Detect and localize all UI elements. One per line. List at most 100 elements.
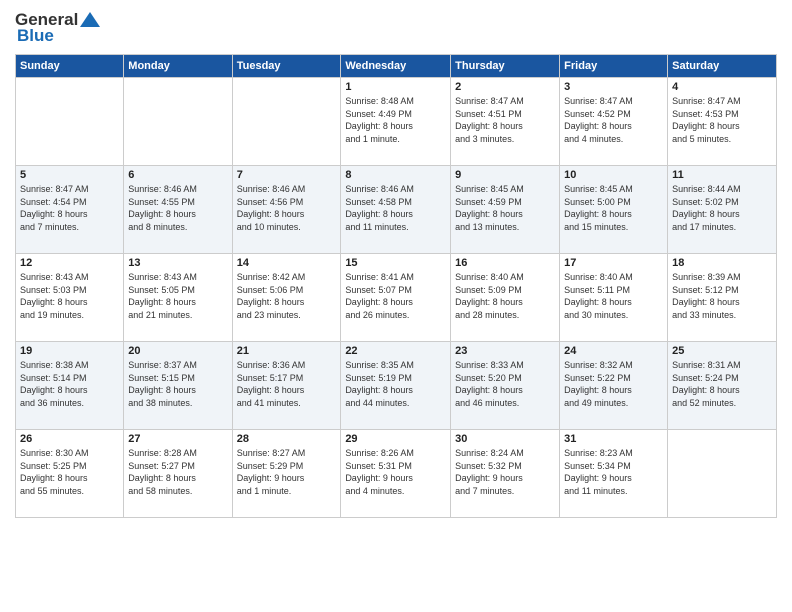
calendar-cell: 9Sunrise: 8:45 AM Sunset: 4:59 PM Daylig… (451, 166, 560, 254)
calendar-cell: 23 Sunrise: 8:33 AM Sunset: 5:20 PM Dayli… (451, 342, 560, 430)
day-number: 16 (455, 257, 555, 269)
calendar-cell: 31 Sunrise: 8:23 AM Sunset: 5:34 PM Dayli… (560, 430, 668, 518)
calendar-header-row: SundayMondayTuesdayWednesdayThursdayFrid… (16, 55, 777, 78)
day-info: Sunrise: 8:47 AM Sunset: 4:52 PM Dayligh… (564, 95, 663, 145)
day-info: Sunrise: 8:46 AM Sunset: 4:55 PM Dayligh… (128, 183, 227, 233)
day-number: 8 (345, 169, 446, 181)
day-info: Sunrise: 8:47 AM Sunset: 4:53 PM Dayligh… (672, 95, 772, 145)
calendar-cell: 29 Sunrise: 8:26 AM Sunset: 5:31 PM Dayli… (341, 430, 451, 518)
day-number: 13 (128, 257, 227, 269)
calendar-header-wednesday: Wednesday (341, 55, 451, 78)
day-info: Sunrise: 8:36 AM Sunset: 5:17 PM Dayligh… (237, 359, 337, 409)
logo-icon (80, 12, 100, 27)
day-number: 25 (672, 345, 772, 357)
calendar-cell: 5 Sunrise: 8:47 AM Sunset: 4:54 PM Daylig… (16, 166, 124, 254)
calendar-week-row: 1 Sunrise: 8:48 AM Sunset: 4:49 PM Daylig… (16, 78, 777, 166)
day-info: Sunrise: 8:33 AM Sunset: 5:20 PM Dayligh… (455, 359, 555, 409)
day-number: 10 (564, 169, 663, 181)
day-info: Sunrise: 8:31 AM Sunset: 5:24 PM Dayligh… (672, 359, 772, 409)
day-number: 17 (564, 257, 663, 269)
day-info: Sunrise: 8:44 AM Sunset: 5:02 PM Dayligh… (672, 183, 772, 233)
calendar-cell: 27Sunrise: 8:28 AM Sunset: 5:27 PM Dayli… (124, 430, 232, 518)
calendar-week-row: 12Sunrise: 8:43 AM Sunset: 5:03 PM Dayli… (16, 254, 777, 342)
calendar-cell: 30 Sunrise: 8:24 AM Sunset: 5:32 PM Dayli… (451, 430, 560, 518)
day-info: Sunrise: 8:38 AM Sunset: 5:14 PM Dayligh… (20, 359, 119, 409)
day-info: Sunrise: 8:43 AM Sunset: 5:05 PM Dayligh… (128, 271, 227, 321)
day-number: 15 (345, 257, 446, 269)
calendar-cell: 12Sunrise: 8:43 AM Sunset: 5:03 PM Dayli… (16, 254, 124, 342)
day-number: 27 (128, 433, 227, 445)
day-number: 7 (237, 169, 337, 181)
calendar-cell: 19 Sunrise: 8:38 AM Sunset: 5:14 PM Dayli… (16, 342, 124, 430)
day-info: Sunrise: 8:23 AM Sunset: 5:34 PM Dayligh… (564, 447, 663, 497)
day-info: Sunrise: 8:30 AM Sunset: 5:25 PM Dayligh… (20, 447, 119, 497)
day-number: 19 (20, 345, 119, 357)
day-number: 3 (564, 81, 663, 93)
day-number: 4 (672, 81, 772, 93)
day-number: 14 (237, 257, 337, 269)
calendar-cell: 16Sunrise: 8:40 AM Sunset: 5:09 PM Dayli… (451, 254, 560, 342)
logo-blue: Blue (15, 26, 54, 46)
calendar-cell: 18Sunrise: 8:39 AM Sunset: 5:12 PM Dayli… (668, 254, 777, 342)
calendar-cell: 2 Sunrise: 8:47 AM Sunset: 4:51 PM Daylig… (451, 78, 560, 166)
day-info: Sunrise: 8:45 AM Sunset: 4:59 PM Dayligh… (455, 183, 555, 233)
day-number: 6 (128, 169, 227, 181)
calendar-header-tuesday: Tuesday (232, 55, 341, 78)
day-number: 20 (128, 345, 227, 357)
calendar-cell (668, 430, 777, 518)
calendar-cell: 3 Sunrise: 8:47 AM Sunset: 4:52 PM Daylig… (560, 78, 668, 166)
day-number: 21 (237, 345, 337, 357)
day-info: Sunrise: 8:42 AM Sunset: 5:06 PM Dayligh… (237, 271, 337, 321)
day-info: Sunrise: 8:45 AM Sunset: 5:00 PM Dayligh… (564, 183, 663, 233)
calendar-cell: 7 Sunrise: 8:46 AM Sunset: 4:56 PM Daylig… (232, 166, 341, 254)
day-info: Sunrise: 8:40 AM Sunset: 5:11 PM Dayligh… (564, 271, 663, 321)
day-info: Sunrise: 8:26 AM Sunset: 5:31 PM Dayligh… (345, 447, 446, 497)
calendar-cell: 22 Sunrise: 8:35 AM Sunset: 5:19 PM Dayli… (341, 342, 451, 430)
day-info: Sunrise: 8:27 AM Sunset: 5:29 PM Dayligh… (237, 447, 337, 497)
day-info: Sunrise: 8:46 AM Sunset: 4:58 PM Dayligh… (345, 183, 446, 233)
calendar-cell: 28Sunrise: 8:27 AM Sunset: 5:29 PM Dayli… (232, 430, 341, 518)
calendar-header-thursday: Thursday (451, 55, 560, 78)
calendar-cell (16, 78, 124, 166)
day-info: Sunrise: 8:37 AM Sunset: 5:15 PM Dayligh… (128, 359, 227, 409)
calendar-cell: 15 Sunrise: 8:41 AM Sunset: 5:07 PM Dayli… (341, 254, 451, 342)
calendar-cell (232, 78, 341, 166)
calendar-cell: 1 Sunrise: 8:48 AM Sunset: 4:49 PM Daylig… (341, 78, 451, 166)
calendar-cell: 6 Sunrise: 8:46 AM Sunset: 4:55 PM Daylig… (124, 166, 232, 254)
calendar-cell: 8 Sunrise: 8:46 AM Sunset: 4:58 PM Daylig… (341, 166, 451, 254)
day-info: Sunrise: 8:48 AM Sunset: 4:49 PM Dayligh… (345, 95, 446, 145)
day-info: Sunrise: 8:46 AM Sunset: 4:56 PM Dayligh… (237, 183, 337, 233)
calendar-cell: 17 Sunrise: 8:40 AM Sunset: 5:11 PM Dayli… (560, 254, 668, 342)
calendar-header-saturday: Saturday (668, 55, 777, 78)
day-number: 26 (20, 433, 119, 445)
calendar-header-friday: Friday (560, 55, 668, 78)
day-number: 30 (455, 433, 555, 445)
day-number: 24 (564, 345, 663, 357)
day-info: Sunrise: 8:47 AM Sunset: 4:51 PM Dayligh… (455, 95, 555, 145)
day-info: Sunrise: 8:35 AM Sunset: 5:19 PM Dayligh… (345, 359, 446, 409)
day-number: 22 (345, 345, 446, 357)
day-number: 23 (455, 345, 555, 357)
logo: General Blue (15, 10, 100, 46)
day-info: Sunrise: 8:47 AM Sunset: 4:54 PM Dayligh… (20, 183, 119, 233)
calendar-cell (124, 78, 232, 166)
calendar-cell: 26 Sunrise: 8:30 AM Sunset: 5:25 PM Dayli… (16, 430, 124, 518)
calendar-week-row: 19 Sunrise: 8:38 AM Sunset: 5:14 PM Dayli… (16, 342, 777, 430)
calendar-week-row: 5 Sunrise: 8:47 AM Sunset: 4:54 PM Daylig… (16, 166, 777, 254)
day-number: 2 (455, 81, 555, 93)
day-number: 5 (20, 169, 119, 181)
page-container: General Blue SundayMondayTuesdayWednesda… (0, 0, 792, 528)
day-number: 29 (345, 433, 446, 445)
day-info: Sunrise: 8:24 AM Sunset: 5:32 PM Dayligh… (455, 447, 555, 497)
calendar-cell: 20 Sunrise: 8:37 AM Sunset: 5:15 PM Dayli… (124, 342, 232, 430)
day-number: 31 (564, 433, 663, 445)
day-info: Sunrise: 8:41 AM Sunset: 5:07 PM Dayligh… (345, 271, 446, 321)
calendar-cell: 14 Sunrise: 8:42 AM Sunset: 5:06 PM Dayli… (232, 254, 341, 342)
calendar-header-sunday: Sunday (16, 55, 124, 78)
calendar-cell: 10 Sunrise: 8:45 AM Sunset: 5:00 PM Dayli… (560, 166, 668, 254)
calendar-cell: 13 Sunrise: 8:43 AM Sunset: 5:05 PM Dayli… (124, 254, 232, 342)
day-info: Sunrise: 8:43 AM Sunset: 5:03 PM Dayligh… (20, 271, 119, 321)
calendar-cell: 24Sunrise: 8:32 AM Sunset: 5:22 PM Dayli… (560, 342, 668, 430)
header: General Blue (15, 10, 777, 46)
day-number: 1 (345, 81, 446, 93)
